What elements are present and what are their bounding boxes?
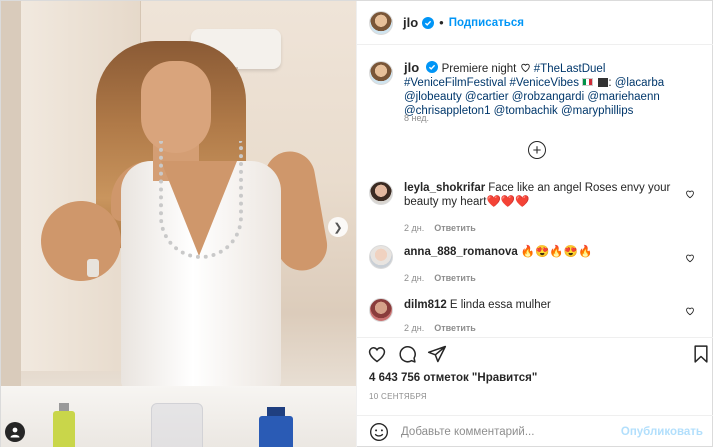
photo-bottle-blue: [259, 407, 293, 447]
avatar[interactable]: [369, 245, 393, 269]
comment-time: 2 дн.: [404, 273, 425, 283]
caption-text: jlo Premiere night #TheLastDuel #VeniceF…: [404, 60, 665, 118]
comment-meta: 2 дн. Ответить: [404, 271, 674, 285]
post-side-panel: jlo • Подписаться jlo Premiere night #Th…: [356, 1, 713, 447]
emoji-icon[interactable]: [369, 422, 389, 442]
comment-body: leyla_shokrifar Face like an angel Roses …: [404, 181, 674, 235]
photo-face: [141, 61, 211, 153]
caption-timestamp: 8 нед.: [404, 113, 430, 123]
post-actions-bar: [357, 337, 713, 367]
clapper-icon: [598, 78, 609, 87]
comment-meta: 2 дн. Ответить: [404, 221, 674, 235]
comment-body: anna_888_romanova 🔥😍🔥😍🔥 2 дн. Ответить: [404, 245, 674, 285]
comment-item: anna_888_romanova 🔥😍🔥😍🔥 2 дн. Ответить: [369, 245, 703, 285]
instagram-post-frame: ❯ jlo • Подписаться jlo Premiere night #…: [0, 0, 713, 447]
post-photo[interactable]: ❯: [1, 1, 356, 447]
verified-badge-icon: [426, 61, 439, 73]
bookmark-icon[interactable]: [691, 344, 711, 364]
follow-button[interactable]: Подписаться: [449, 17, 524, 29]
photo-bottle-green: [53, 403, 75, 447]
caption-username[interactable]: jlo: [404, 60, 419, 75]
reply-button[interactable]: Ответить: [434, 273, 476, 283]
comment-input[interactable]: [401, 426, 621, 438]
avatar[interactable]: [369, 61, 393, 85]
caption-line1: Premiere night: [441, 63, 517, 75]
comment-username[interactable]: anna_888_romanova: [404, 246, 518, 258]
avatar[interactable]: [369, 181, 393, 205]
photo-bracelet: [87, 259, 99, 277]
comment-item: dilm812 E linda essa mulher 2 дн. Ответить: [369, 298, 703, 335]
comment-text: E linda essa mulher: [449, 299, 551, 311]
share-icon[interactable]: [427, 344, 447, 364]
heart-icon[interactable]: [685, 306, 695, 316]
publish-button[interactable]: Опубликовать: [621, 426, 703, 438]
heart-icon[interactable]: [685, 253, 695, 263]
post-date[interactable]: 10 СЕНТЯБРЯ: [369, 392, 427, 401]
photo-wall: [1, 1, 21, 447]
add-comment-bar: Опубликовать: [357, 415, 713, 447]
verified-badge-icon: [422, 16, 435, 29]
comment-username[interactable]: leyla_shokrifar: [404, 182, 485, 194]
post-header: jlo • Подписаться: [357, 1, 713, 45]
plus-circle-icon[interactable]: +: [528, 141, 546, 159]
avatar[interactable]: [369, 10, 393, 35]
photo-glass: [151, 403, 203, 447]
header-separator: •: [439, 15, 444, 30]
person-tag-icon[interactable]: [5, 422, 25, 442]
comment-username[interactable]: dilm812: [404, 299, 447, 311]
heart-outline-icon: [520, 63, 530, 73]
comment-icon[interactable]: [397, 344, 417, 364]
post-caption: jlo Premiere night #TheLastDuel #VeniceF…: [369, 61, 703, 118]
heart-icon[interactable]: [685, 189, 695, 199]
comment-text: 🔥😍🔥😍🔥: [520, 246, 593, 258]
avatar[interactable]: [369, 298, 393, 322]
comment-body: dilm812 E linda essa mulher 2 дн. Ответить: [404, 298, 674, 335]
comment-item: leyla_shokrifar Face like an angel Roses …: [369, 181, 703, 235]
photo-necklace: [159, 141, 243, 259]
comment-time: 2 дн.: [404, 323, 425, 333]
heart-icon[interactable]: [367, 344, 387, 364]
reply-button[interactable]: Ответить: [434, 323, 476, 333]
comment-time: 2 дн.: [404, 223, 425, 233]
header-username[interactable]: jlo: [403, 15, 418, 30]
likes-count[interactable]: 4 643 756 отметок "Нравится": [369, 372, 537, 384]
caption-hashtag-venicevibes[interactable]: #VeniceVibes: [509, 77, 578, 89]
chevron-right-icon[interactable]: ❯: [328, 217, 348, 237]
italy-flag-icon: [582, 78, 594, 86]
reply-button[interactable]: Ответить: [434, 223, 476, 233]
comment-meta: 2 дн. Ответить: [404, 321, 674, 335]
